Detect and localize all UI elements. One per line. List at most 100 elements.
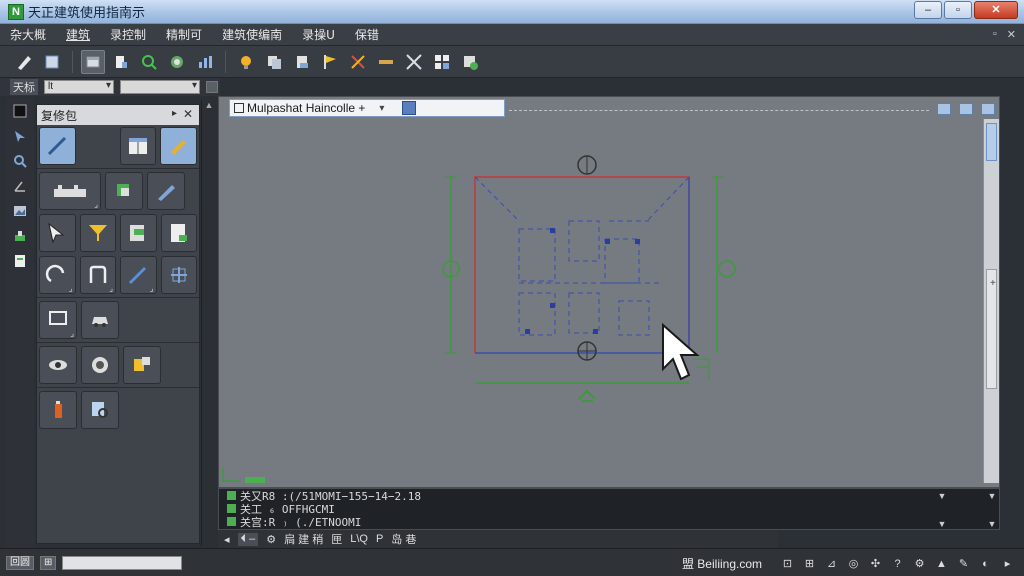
- mdi-restore-button[interactable]: ▫: [993, 28, 997, 41]
- palette-column-tool[interactable]: [105, 172, 143, 210]
- palette-wand-tool[interactable]: [39, 127, 76, 165]
- strip-apply-button[interactable]: [206, 81, 218, 93]
- palette-eye-tool[interactable]: [39, 346, 77, 384]
- palette-close-button[interactable]: ✕: [183, 107, 193, 121]
- pencil-tool-button[interactable]: [12, 50, 36, 74]
- layout-prev-button[interactable]: ◂: [224, 533, 230, 546]
- status-input[interactable]: [62, 555, 183, 570]
- angle-button[interactable]: [10, 177, 30, 195]
- scroll-up-icon[interactable]: ▲: [202, 100, 216, 112]
- palette-yellow-tool[interactable]: [79, 214, 116, 252]
- menu-icon[interactable]: ▸: [1001, 557, 1014, 570]
- menu-item-3[interactable]: 录控制: [100, 26, 156, 43]
- settings-icon[interactable]: ⚙: [913, 557, 926, 570]
- scroll-thumb[interactable]: [986, 123, 997, 161]
- palette-stair-tool[interactable]: [120, 214, 157, 252]
- paste-tool-button[interactable]: [290, 50, 314, 74]
- palette-wall-tool[interactable]: ⌟: [39, 172, 101, 210]
- palette-table-tool[interactable]: [119, 127, 157, 165]
- minimize-button[interactable]: –: [914, 1, 942, 19]
- pin-icon[interactable]: ▸: [172, 108, 177, 119]
- palette-car-tool[interactable]: [81, 301, 119, 339]
- menu-item-1[interactable]: 杂大概: [0, 26, 56, 43]
- status-grid-button[interactable]: ⊞: [40, 555, 57, 570]
- layout-tab[interactable]: L\Q: [350, 533, 368, 545]
- picture-button[interactable]: [10, 202, 30, 220]
- palette-cursor-tool[interactable]: [39, 214, 76, 252]
- mouse-cursor-icon: [662, 322, 700, 381]
- drawing-vertical-scrollbar[interactable]: +: [983, 119, 999, 483]
- menu-item-4[interactable]: 精制可: [156, 26, 212, 43]
- globe-tool-button[interactable]: [165, 50, 189, 74]
- cross-tool-button[interactable]: [402, 50, 426, 74]
- style-combo[interactable]: [120, 80, 200, 94]
- palette-bracket-tool[interactable]: ⌟: [79, 256, 116, 294]
- scroll-up-icon[interactable]: ▼: [988, 491, 997, 501]
- mdi-close-button[interactable]: ✕: [1007, 28, 1016, 41]
- palette-brush-tool[interactable]: [147, 172, 185, 210]
- lock-icon[interactable]: ◐: [979, 557, 992, 570]
- chart-tool-button[interactable]: [193, 50, 217, 74]
- palette-arc-tool[interactable]: ⌟: [39, 256, 76, 294]
- layout-tab[interactable]: ⏴ –: [237, 532, 259, 546]
- palette-pen-tool[interactable]: ⌟: [120, 256, 157, 294]
- menu-item-7[interactable]: 保错: [345, 26, 389, 43]
- palette-inspect-tool[interactable]: [81, 391, 119, 429]
- zoom-button[interactable]: [10, 152, 30, 170]
- palette-note-tool[interactable]: [160, 214, 197, 252]
- toolbar-separator: [72, 50, 73, 73]
- search-tool-button[interactable]: [137, 50, 161, 74]
- zoom-in-icon[interactable]: +: [990, 278, 996, 289]
- scroll-up-icon[interactable]: ▼: [938, 491, 947, 501]
- palette-frame-tool[interactable]: ⌟: [39, 301, 77, 339]
- status-toggle-button[interactable]: 回圆: [6, 555, 34, 570]
- command-scrollbar[interactable]: ▼ ▼: [935, 491, 949, 529]
- layer-combo[interactable]: lt: [44, 80, 114, 94]
- zoom-track[interactable]: +: [986, 269, 997, 389]
- palette-spacer: [80, 127, 116, 165]
- osnap-icon[interactable]: ✣: [869, 557, 882, 570]
- tools-button[interactable]: [10, 227, 30, 245]
- grid-snap-icon[interactable]: ⊞: [803, 557, 816, 570]
- ortho-icon[interactable]: ⊿: [825, 557, 838, 570]
- palette-scrollbar[interactable]: ▲: [201, 100, 215, 546]
- trim-tool-button[interactable]: [346, 50, 370, 74]
- palette-gold-tool[interactable]: [160, 127, 197, 165]
- snap-icon[interactable]: ⊡: [781, 557, 794, 570]
- layout-tab[interactable]: 扃 建 稍: [284, 531, 323, 547]
- bulb-tool-button[interactable]: [234, 50, 258, 74]
- help-icon[interactable]: ?: [891, 557, 904, 570]
- menu-item-6[interactable]: 录操U: [292, 26, 345, 43]
- layout-tab[interactable]: P: [376, 533, 383, 545]
- palette-extinguisher-tool[interactable]: [39, 391, 77, 429]
- scroll-down-icon[interactable]: ▼: [988, 519, 997, 529]
- grid-tool-button[interactable]: [430, 50, 454, 74]
- close-button[interactable]: ✕: [974, 1, 1018, 19]
- layout-settings-icon[interactable]: ⚙: [266, 533, 276, 546]
- select-tool-button[interactable]: [81, 49, 105, 74]
- copy-tool-button[interactable]: [262, 50, 286, 74]
- palette-orbit-tool[interactable]: [81, 346, 119, 384]
- window-tool-button[interactable]: [40, 50, 64, 74]
- scroll-down-icon[interactable]: ▼: [938, 519, 947, 529]
- command-window[interactable]: 关又R8 :(/51MOMI−155−14−2.18 关工 ₆ OFFHGCMI…: [218, 488, 1000, 530]
- layout-tab[interactable]: 岛 巷: [391, 531, 416, 547]
- menu-item-5[interactable]: 建筑使编南: [212, 26, 292, 43]
- palette-axis-tool[interactable]: [160, 256, 197, 294]
- palette-block-tool[interactable]: [123, 346, 161, 384]
- tool-icon[interactable]: ✎: [957, 557, 970, 570]
- command-scrollbar-right[interactable]: ▼ ▼: [985, 491, 999, 529]
- layout-tab[interactable]: 匣: [331, 531, 342, 547]
- door-tool-button[interactable]: [109, 50, 133, 74]
- measure-tool-button[interactable]: [374, 50, 398, 74]
- pointer-button[interactable]: [10, 127, 30, 145]
- document-button[interactable]: [10, 252, 30, 270]
- polar-icon[interactable]: ◎: [847, 557, 860, 570]
- black-square-button[interactable]: [10, 102, 30, 120]
- flag-tool-button[interactable]: [318, 50, 342, 74]
- maximize-button[interactable]: ▫: [944, 1, 972, 19]
- menu-item-2[interactable]: 建筑: [56, 26, 100, 43]
- drawing-canvas[interactable]: Mulpashat Haincolle + ▾ +: [218, 96, 1000, 488]
- layer-tool-button[interactable]: [458, 50, 482, 74]
- warning-icon[interactable]: ▲: [935, 557, 948, 570]
